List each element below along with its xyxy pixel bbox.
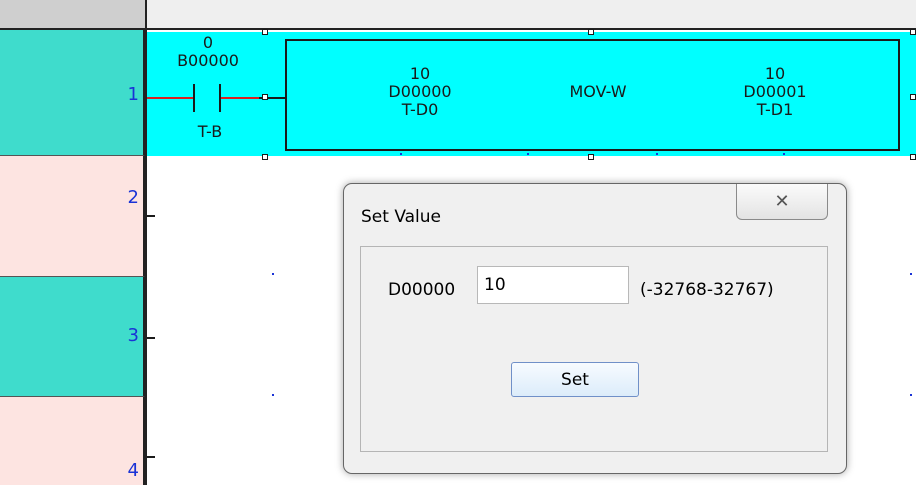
dest-address: D00001 [743,82,807,101]
grid-tick [910,394,912,396]
grid-tick [910,273,912,275]
row-header-1[interactable]: 1 [0,30,145,156]
source-value: 10 [409,64,431,83]
close-button[interactable]: ✕ [736,184,828,220]
grid-tick [272,273,274,275]
selection-handle[interactable] [262,29,268,35]
dest-comment: T-D1 [756,100,794,119]
grid-tick [656,153,658,155]
grid-tick [783,153,785,155]
close-icon: ✕ [774,191,790,212]
rung-3-stub [147,337,155,339]
contact-symbol[interactable] [193,84,221,112]
grid-tick [400,153,402,155]
row-header-corner [0,0,145,30]
row-number: 4 [127,460,139,481]
value-input[interactable] [477,266,629,304]
dialog-title: Set Value [361,207,442,227]
selection-handle[interactable] [910,154,916,160]
column-header-strip [147,0,916,30]
selection-handle[interactable] [910,29,916,35]
selection-handle[interactable] [910,94,916,100]
instruction-mnemonic: MOV-W [569,82,627,101]
row-header-2[interactable]: 2 [0,156,145,277]
source-address: D00000 [388,82,452,101]
contact-comment: T-B [197,122,223,141]
contact-value: 0 [202,33,214,52]
row-number: 1 [127,84,139,105]
contact-link-line [221,97,259,99]
source-comment: T-D0 [401,100,439,119]
row-number: 2 [127,187,139,208]
left-power-rail [145,0,147,485]
row-header-3[interactable]: 3 [0,277,145,397]
selection-handle[interactable] [588,29,594,35]
left-power-link [147,97,193,99]
device-label: D00000 [388,280,456,300]
grid-tick [527,153,529,155]
grid-tick [272,394,274,396]
selection-handle[interactable] [588,154,594,160]
row-number: 3 [127,325,139,346]
selection-handle[interactable] [262,94,268,100]
rung-2-stub [147,215,155,217]
contact-address: B00000 [177,51,239,70]
value-range: (-32768-32767) [640,280,774,300]
row-header-4[interactable]: 4 [0,397,145,485]
rung-4-stub [147,456,155,458]
set-value-dialog: Set Value ✕ D00000 (-32768-32767) Set [343,183,847,474]
selection-handle[interactable] [262,154,268,160]
set-button[interactable]: Set [511,362,639,397]
dest-value: 10 [764,64,786,83]
